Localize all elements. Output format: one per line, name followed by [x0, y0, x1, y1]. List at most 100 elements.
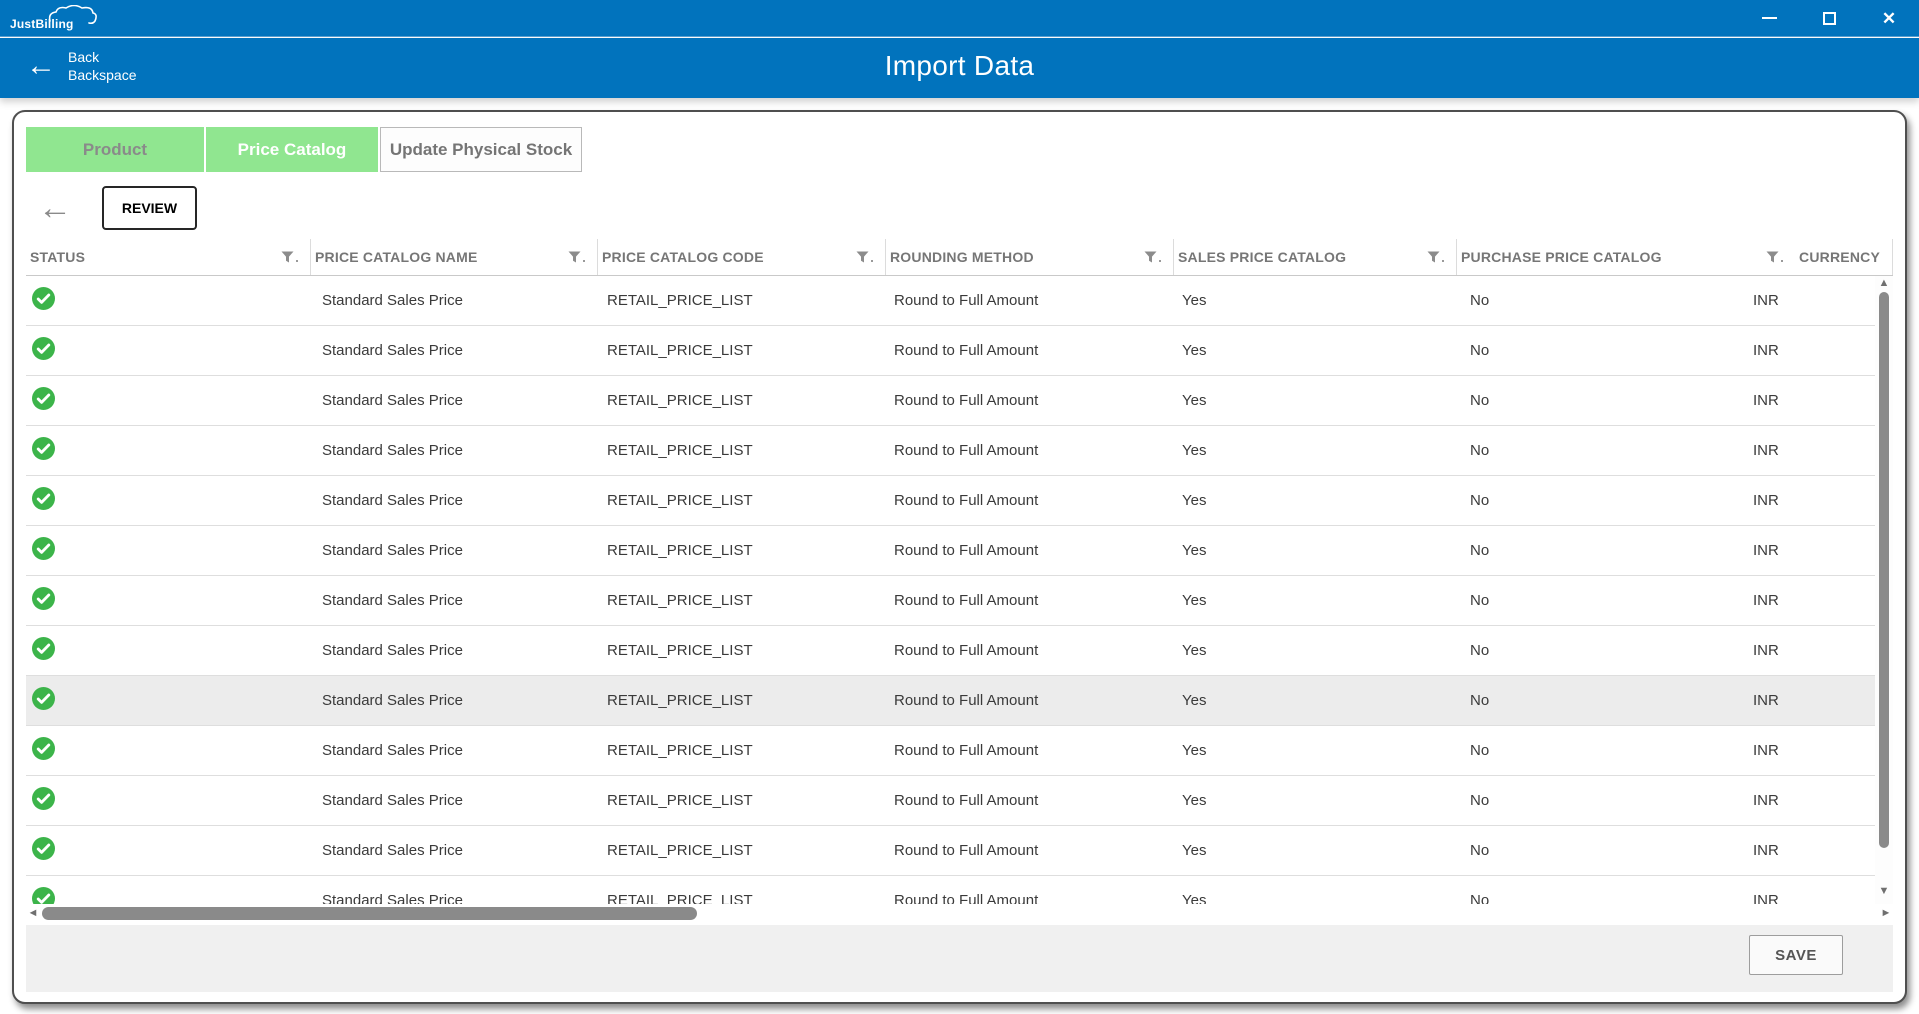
- currency-cell: INR: [1749, 842, 1893, 859]
- table-row[interactable]: Standard Sales Price RETAIL_PRICE_LIST R…: [26, 426, 1893, 476]
- rounding-method-cell: Round to Full Amount: [890, 592, 1178, 609]
- price-catalog-name-cell: Standard Sales Price: [318, 542, 603, 559]
- price-catalog-name-cell: Standard Sales Price: [318, 442, 603, 459]
- minimize-button[interactable]: [1739, 0, 1799, 36]
- scroll-down-icon[interactable]: ▼: [1879, 884, 1890, 898]
- rounding-method-cell: Round to Full Amount: [890, 492, 1178, 509]
- filter-dot: [871, 260, 873, 262]
- column-header[interactable]: ROUNDING METHOD: [886, 239, 1174, 275]
- review-button[interactable]: REVIEW: [102, 186, 197, 230]
- sales-price-catalog-cell: Yes: [1178, 742, 1466, 759]
- sales-price-catalog-cell: Yes: [1178, 892, 1466, 904]
- rounding-method-cell: Round to Full Amount: [890, 392, 1178, 409]
- filter-icon[interactable]: [1144, 251, 1161, 263]
- currency-cell: INR: [1749, 692, 1893, 709]
- rounding-method-cell: Round to Full Amount: [890, 442, 1178, 459]
- rounding-method-cell: Round to Full Amount: [890, 342, 1178, 359]
- table-row[interactable]: Standard Sales Price RETAIL_PRICE_LIST R…: [26, 776, 1893, 826]
- price-catalog-name-cell: Standard Sales Price: [318, 642, 603, 659]
- purchase-price-catalog-cell: No: [1466, 892, 1749, 904]
- sales-price-catalog-cell: Yes: [1178, 292, 1466, 309]
- toolbar-back-arrow-icon[interactable]: ←: [38, 191, 72, 225]
- currency-cell: INR: [1749, 392, 1893, 409]
- price-catalog-code-cell: RETAIL_PRICE_LIST: [603, 392, 890, 409]
- column-header[interactable]: PURCHASE PRICE CATALOG: [1457, 239, 1795, 275]
- success-check-icon: [32, 487, 55, 510]
- sales-price-catalog-cell: Yes: [1178, 692, 1466, 709]
- table-row[interactable]: Standard Sales Price RETAIL_PRICE_LIST R…: [26, 576, 1893, 626]
- close-button[interactable]: ✕: [1859, 0, 1919, 36]
- success-check-icon: [32, 787, 55, 810]
- table-row[interactable]: Standard Sales Price RETAIL_PRICE_LIST R…: [26, 726, 1893, 776]
- scroll-up-icon[interactable]: ▲: [1879, 276, 1890, 290]
- purchase-price-catalog-cell: No: [1466, 292, 1749, 309]
- price-catalog-name-cell: Standard Sales Price: [318, 492, 603, 509]
- rounding-method-cell: Round to Full Amount: [890, 692, 1178, 709]
- purchase-price-catalog-cell: No: [1466, 542, 1749, 559]
- filter-icon[interactable]: [568, 251, 585, 263]
- column-header[interactable]: PRICE CATALOG CODE: [598, 239, 886, 275]
- tab-product[interactable]: Product: [26, 127, 204, 172]
- success-check-icon: [32, 287, 55, 310]
- table-row[interactable]: Standard Sales Price RETAIL_PRICE_LIST R…: [26, 626, 1893, 676]
- column-header[interactable]: PRICE CATALOG NAME: [311, 239, 598, 275]
- vertical-scrollbar[interactable]: ▲ ▼: [1875, 276, 1893, 904]
- purchase-price-catalog-cell: No: [1466, 392, 1749, 409]
- filter-dot: [583, 260, 585, 262]
- table-header: STATUS PRICE CATALOG NAME: [26, 239, 1893, 276]
- table-row[interactable]: Standard Sales Price RETAIL_PRICE_LIST R…: [26, 676, 1893, 726]
- cloud-swoosh-icon: [48, 5, 100, 25]
- scroll-left-icon[interactable]: ◄: [26, 907, 40, 919]
- currency-cell: INR: [1749, 492, 1893, 509]
- table-row[interactable]: Standard Sales Price RETAIL_PRICE_LIST R…: [26, 476, 1893, 526]
- maximize-button[interactable]: [1799, 0, 1859, 36]
- price-catalog-code-cell: RETAIL_PRICE_LIST: [603, 442, 890, 459]
- price-catalog-code-cell: RETAIL_PRICE_LIST: [603, 642, 890, 659]
- table-row[interactable]: Standard Sales Price RETAIL_PRICE_LIST R…: [26, 826, 1893, 876]
- price-catalog-code-cell: RETAIL_PRICE_LIST: [603, 492, 890, 509]
- filter-icon[interactable]: [281, 251, 298, 263]
- status-cell: [26, 587, 318, 614]
- rounding-method-cell: Round to Full Amount: [890, 842, 1178, 859]
- status-cell: [26, 387, 318, 414]
- rounding-method-cell: Round to Full Amount: [890, 542, 1178, 559]
- tab-bar: Product Price Catalog Update Physical St…: [26, 127, 1893, 172]
- success-check-icon: [32, 687, 55, 710]
- horizontal-scrollbar[interactable]: ◄ ►: [26, 904, 1893, 922]
- success-check-icon: [32, 637, 55, 660]
- tab-price-catalog[interactable]: Price Catalog: [206, 127, 378, 172]
- status-cell: [26, 687, 318, 714]
- scroll-right-icon[interactable]: ►: [1879, 907, 1893, 919]
- footer-bar: SAVE: [26, 925, 1893, 992]
- column-header[interactable]: CURRENCY: [1795, 239, 1893, 275]
- table-row[interactable]: Standard Sales Price RETAIL_PRICE_LIST R…: [26, 376, 1893, 426]
- save-button[interactable]: SAVE: [1749, 935, 1843, 975]
- app-header: ← Back Backspace Import Data: [0, 38, 1919, 98]
- window-titlebar: JustBilling ✕: [0, 0, 1919, 37]
- status-cell: [26, 437, 318, 464]
- table-row[interactable]: Standard Sales Price RETAIL_PRICE_LIST R…: [26, 326, 1893, 376]
- vertical-scrollbar-thumb[interactable]: [1879, 292, 1889, 848]
- filter-icon[interactable]: [1766, 251, 1783, 263]
- page-title: Import Data: [0, 50, 1919, 82]
- tab-update-physical-stock[interactable]: Update Physical Stock: [380, 127, 582, 172]
- purchase-price-catalog-cell: No: [1466, 842, 1749, 859]
- column-header[interactable]: STATUS: [26, 239, 311, 275]
- horizontal-scrollbar-thumb[interactable]: [42, 907, 697, 920]
- table-row[interactable]: Standard Sales Price RETAIL_PRICE_LIST R…: [26, 526, 1893, 576]
- currency-cell: INR: [1749, 792, 1893, 809]
- table-row[interactable]: Standard Sales Price RETAIL_PRICE_LIST R…: [26, 276, 1893, 326]
- table-row[interactable]: Standard Sales Price RETAIL_PRICE_LIST R…: [26, 876, 1893, 904]
- price-catalog-name-cell: Standard Sales Price: [318, 792, 603, 809]
- table-body-viewport: Standard Sales Price RETAIL_PRICE_LIST R…: [26, 276, 1893, 904]
- price-catalog-name-cell: Standard Sales Price: [318, 342, 603, 359]
- column-header-label: ROUNDING METHOD: [890, 249, 1034, 265]
- column-header[interactable]: SALES PRICE CATALOG: [1174, 239, 1457, 275]
- filter-icon[interactable]: [856, 251, 873, 263]
- filter-dot: [1442, 260, 1444, 262]
- column-header-label: PRICE CATALOG NAME: [315, 249, 478, 265]
- status-cell: [26, 337, 318, 364]
- filter-icon[interactable]: [1427, 251, 1444, 263]
- import-data-card: Product Price Catalog Update Physical St…: [12, 110, 1907, 1004]
- currency-cell: INR: [1749, 542, 1893, 559]
